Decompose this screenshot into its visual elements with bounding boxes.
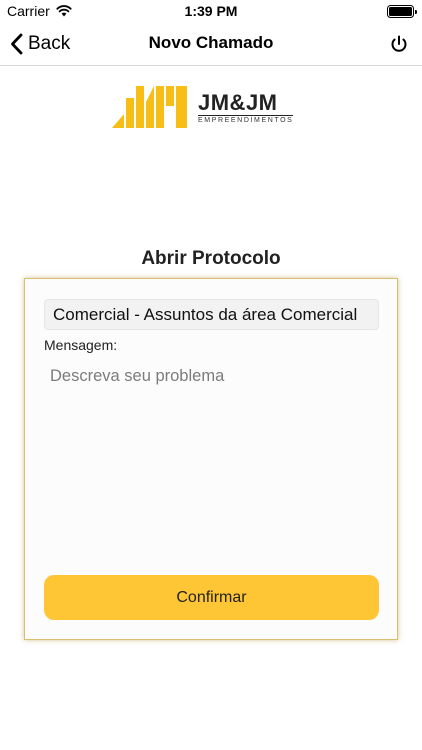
logo-subtitle: EMPREENDIMENTOS: [198, 114, 294, 124]
status-bar: Carrier 1:39 PM: [0, 0, 422, 22]
navigation-bar: Back Novo Chamado: [0, 22, 422, 66]
battery-icon: [387, 5, 417, 18]
protocol-form: Comercial - Assuntos da área Comercial M…: [24, 278, 398, 640]
power-icon[interactable]: [388, 33, 410, 55]
page-title: Novo Chamado: [148, 33, 274, 52]
company-logo: JM&JM EMPREENDIMENTOS: [112, 82, 312, 132]
logo-mark-icon: [112, 86, 187, 128]
battery-fill: [389, 7, 412, 16]
confirm-button[interactable]: Confirmar: [44, 575, 379, 620]
message-label: Mensagem:: [44, 337, 118, 353]
logo-name: JM&JM: [198, 89, 278, 115]
message-input[interactable]: [44, 359, 379, 549]
category-select[interactable]: Comercial - Assuntos da área Comercial: [44, 299, 379, 330]
form-heading: Abrir Protocolo: [141, 248, 281, 269]
clock: 1:39 PM: [184, 3, 238, 19]
